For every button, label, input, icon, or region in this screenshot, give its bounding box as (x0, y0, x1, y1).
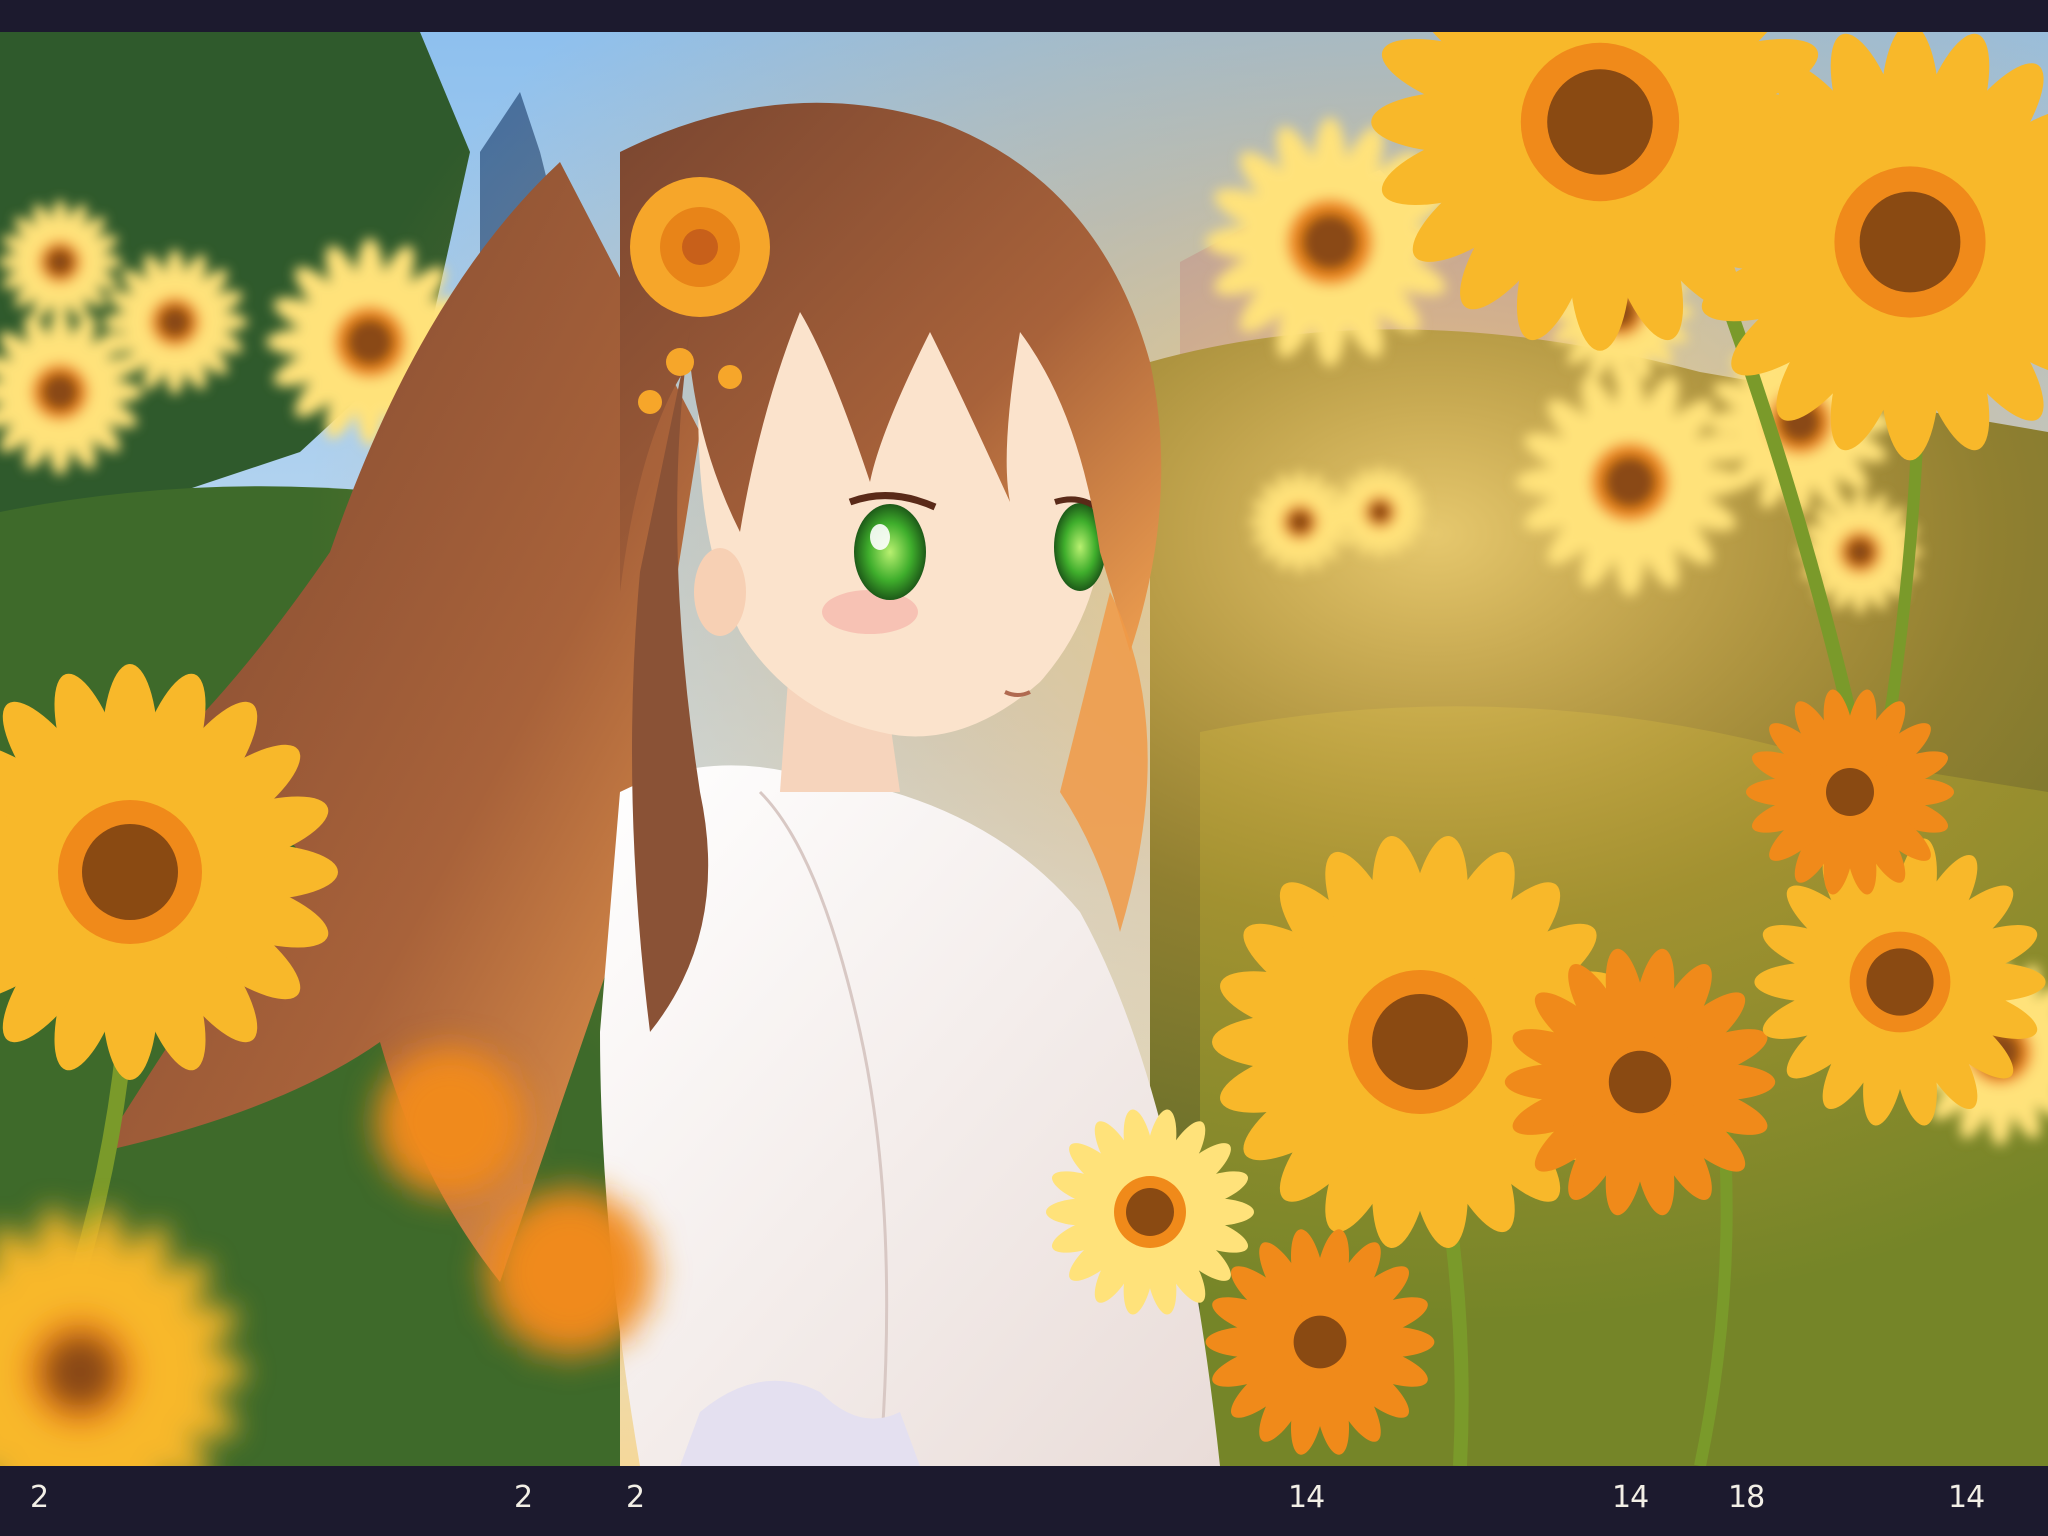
sunflower-field-illustration (0, 32, 2048, 1466)
frame-number: 2 (514, 1480, 533, 1515)
frame-number: 14 (1948, 1480, 1985, 1515)
sunflower (476, 1178, 664, 1366)
frame-number: 18 (1728, 1480, 1765, 1515)
sunflower (1248, 470, 1352, 574)
sunflower (0, 199, 123, 325)
illustration-canvas (0, 32, 2048, 1466)
left-eye (854, 504, 926, 600)
frame-number: 14 (1612, 1480, 1649, 1515)
ear (694, 548, 746, 636)
sunflower (366, 1038, 534, 1206)
filmstrip-edge: 2 2 2 14 14 18 14 (0, 1466, 2048, 1536)
frame-number: 2 (30, 1480, 49, 1515)
sunflower (1333, 465, 1427, 559)
film-frame: 2 2 2 14 14 18 14 (0, 0, 2048, 1536)
sunflower (1515, 367, 1745, 597)
frame-number: 14 (1288, 1480, 1325, 1515)
frame-number: 2 (626, 1480, 645, 1515)
blush (822, 590, 918, 634)
